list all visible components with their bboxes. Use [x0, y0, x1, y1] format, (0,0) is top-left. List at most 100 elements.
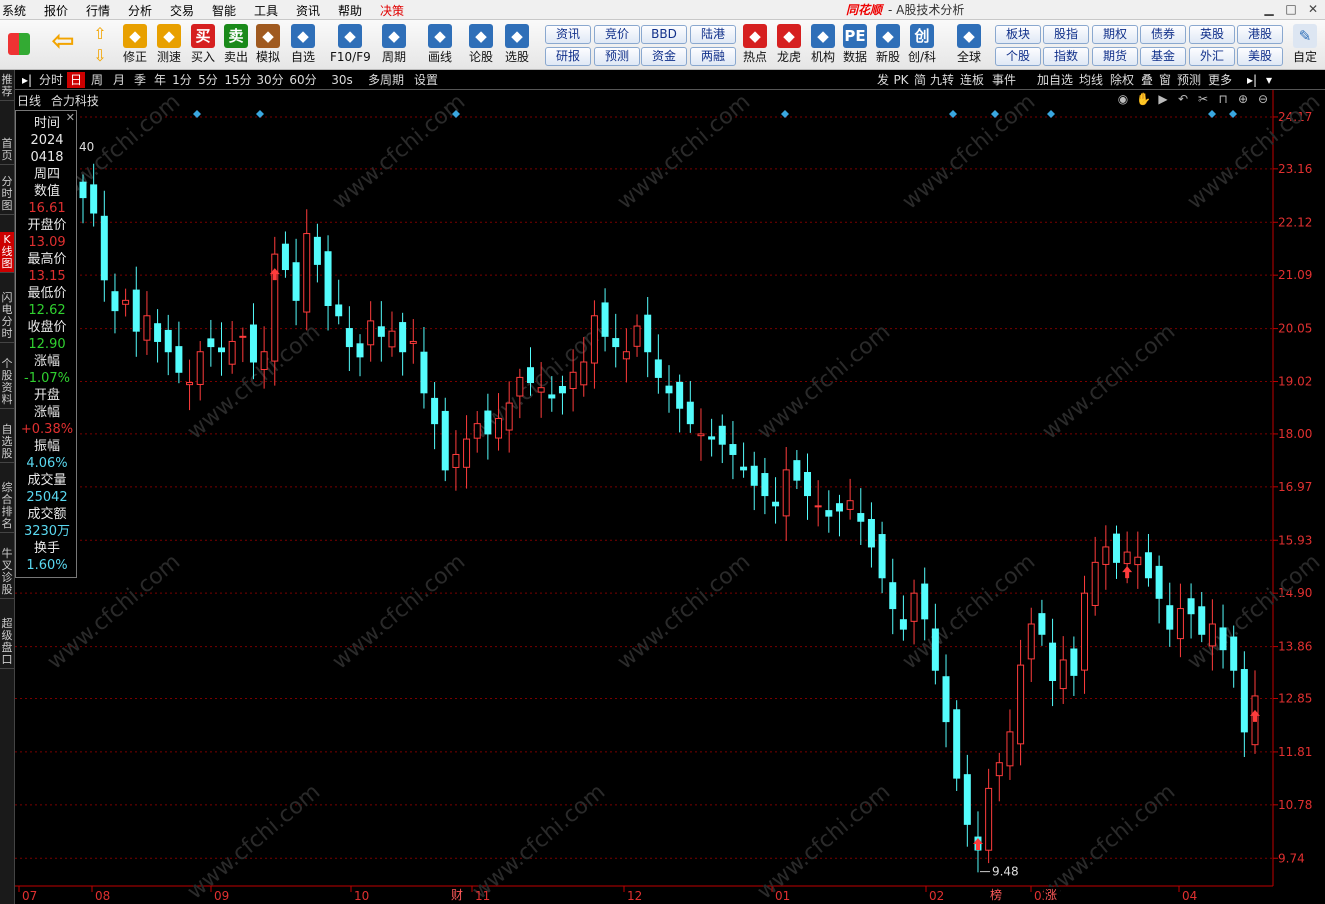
- candle[interactable]: [867, 502, 875, 568]
- chart-tab[interactable]: 预测: [1175, 72, 1203, 88]
- side-tab[interactable]: K线图: [0, 232, 14, 273]
- side-tab[interactable]: 推荐: [0, 72, 14, 101]
- pill-button[interactable]: 指数: [1043, 47, 1089, 66]
- candle[interactable]: [772, 477, 780, 524]
- zoom-out-icon[interactable]: ⊖: [1256, 92, 1270, 106]
- pill-button[interactable]: 资讯: [545, 25, 591, 44]
- period-tab[interactable]: 日: [67, 72, 85, 88]
- period-tab[interactable]: 季: [130, 72, 150, 88]
- pill-button[interactable]: 期权: [1092, 25, 1138, 44]
- event-diamond[interactable]: [193, 110, 201, 118]
- event-marker[interactable]: 财: [451, 888, 463, 902]
- candle[interactable]: [79, 174, 87, 224]
- period-tab[interactable]: 周: [87, 72, 107, 88]
- candle[interactable]: [367, 301, 375, 362]
- pe-button[interactable]: PE 数据: [838, 23, 872, 69]
- event-diamond[interactable]: [1208, 110, 1216, 118]
- candle[interactable]: [708, 418, 716, 457]
- candle[interactable]: [1166, 582, 1174, 647]
- candle[interactable]: [100, 190, 108, 302]
- event-diamond[interactable]: [256, 110, 264, 118]
- menu-tools[interactable]: 工具: [254, 2, 278, 19]
- candle[interactable]: [431, 382, 439, 450]
- pill-button[interactable]: 外汇: [1189, 47, 1235, 66]
- eye-icon[interactable]: ◉: [1116, 92, 1130, 106]
- side-tab[interactable]: 个股资料: [0, 356, 14, 409]
- candle[interactable]: [1176, 583, 1184, 658]
- candle[interactable]: [335, 279, 343, 325]
- period-tab[interactable]: 分时: [37, 72, 65, 88]
- hand-icon[interactable]: ✋: [1136, 92, 1151, 106]
- candle[interactable]: [899, 595, 907, 641]
- pill-button[interactable]: 债券: [1140, 25, 1186, 44]
- layout-button[interactable]: [3, 23, 35, 69]
- clock-button[interactable]: ◆ 周期: [377, 23, 411, 69]
- candle[interactable]: [484, 393, 492, 460]
- chart-tab[interactable]: 更多: [1206, 72, 1234, 88]
- side-tab[interactable]: 首页: [0, 136, 14, 165]
- chart-tab[interactable]: 连板: [958, 72, 986, 88]
- candle[interactable]: [377, 301, 385, 362]
- candle[interactable]: [186, 359, 194, 411]
- undo-icon[interactable]: ↶: [1176, 92, 1190, 106]
- chart-tab[interactable]: 发: [875, 72, 891, 88]
- pill-button[interactable]: 研报: [545, 47, 591, 66]
- candle[interactable]: [239, 327, 247, 363]
- scissors-icon[interactable]: ✂: [1196, 92, 1210, 106]
- period-tab[interactable]: 多周期: [365, 72, 407, 88]
- lock-icon[interactable]: ⊓: [1216, 92, 1230, 106]
- candle[interactable]: [612, 313, 620, 368]
- close-icon[interactable]: ✕: [1306, 3, 1320, 15]
- candle[interactable]: [313, 223, 321, 283]
- candle[interactable]: [782, 447, 790, 541]
- updown-button[interactable]: ⇧ ⇩: [88, 23, 112, 69]
- chart-tab[interactable]: 均线: [1077, 72, 1105, 88]
- candle[interactable]: [420, 326, 428, 409]
- candle[interactable]: [399, 312, 407, 376]
- candle[interactable]: [942, 654, 950, 748]
- buy-signal-arrow[interactable]: [1122, 566, 1133, 579]
- menu-market[interactable]: 行情: [86, 2, 110, 19]
- candle[interactable]: [835, 494, 843, 537]
- sell-button[interactable]: 卖卖出: [219, 23, 253, 69]
- zoom-in-icon[interactable]: ⊕: [1236, 92, 1250, 106]
- candle[interactable]: [132, 266, 140, 357]
- candle[interactable]: [697, 408, 705, 461]
- period-tab[interactable]: 年: [150, 72, 170, 88]
- candle[interactable]: [1006, 709, 1014, 780]
- candle[interactable]: [388, 311, 396, 357]
- menu-help[interactable]: 帮助: [338, 2, 362, 19]
- chart-tab[interactable]: 除权: [1108, 72, 1136, 88]
- pill-button[interactable]: 期货: [1092, 47, 1138, 66]
- candle[interactable]: [292, 238, 300, 326]
- candle[interactable]: [622, 328, 630, 383]
- period-tab[interactable]: 60分: [288, 72, 318, 88]
- candle[interactable]: [1219, 604, 1227, 669]
- candle[interactable]: [931, 603, 939, 685]
- candle[interactable]: [1081, 575, 1089, 694]
- candle[interactable]: [1240, 651, 1248, 758]
- candle[interactable]: [953, 700, 961, 791]
- candle[interactable]: [910, 579, 918, 645]
- chevron-down-icon[interactable]: ▾: [1262, 72, 1276, 88]
- candle[interactable]: [686, 381, 694, 433]
- expand-right-icon[interactable]: ▸|: [1243, 72, 1261, 88]
- candle[interactable]: [761, 457, 769, 515]
- candle[interactable]: [676, 374, 684, 433]
- candle[interactable]: [1049, 618, 1057, 707]
- candle[interactable]: [729, 421, 737, 480]
- candle[interactable]: [654, 334, 662, 394]
- candle[interactable]: [857, 488, 865, 545]
- event-diamond[interactable]: [1047, 110, 1055, 118]
- menu-system[interactable]: 系统: [2, 2, 26, 19]
- f10-button[interactable]: ◆ F10/F9: [330, 23, 371, 69]
- period-tab[interactable]: 设置: [409, 72, 443, 88]
- gavel-button[interactable]: ◆ 模拟: [251, 23, 285, 69]
- candle[interactable]: [963, 754, 971, 847]
- pill-button[interactable]: 基金: [1140, 47, 1186, 66]
- candle[interactable]: [441, 397, 449, 482]
- candle[interactable]: [218, 322, 226, 376]
- star-button[interactable]: ◆ 自选: [286, 23, 320, 69]
- dragon-button[interactable]: ◆ 龙虎: [772, 23, 806, 69]
- side-tab[interactable]: 闪电分时: [0, 290, 14, 343]
